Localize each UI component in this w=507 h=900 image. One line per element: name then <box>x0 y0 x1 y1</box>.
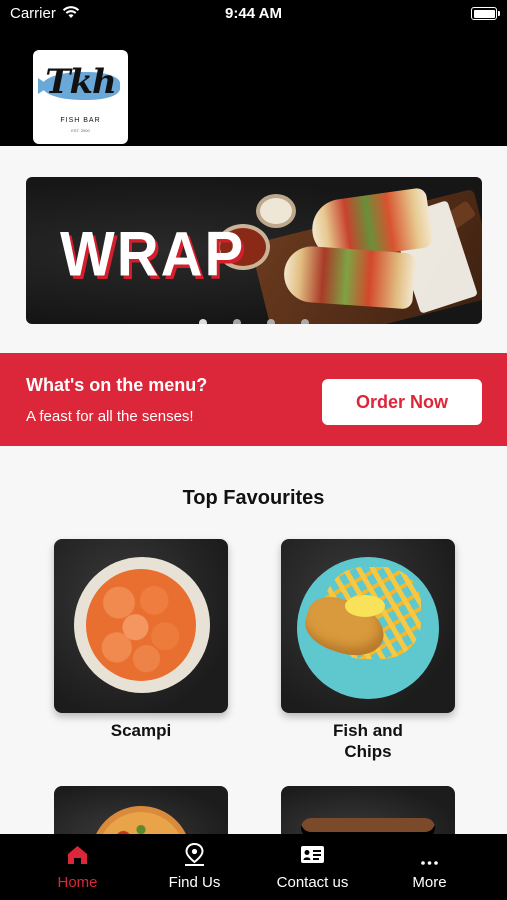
scampi-food-shape <box>86 569 196 681</box>
home-icon <box>68 846 87 864</box>
tab-label: Home <box>57 874 98 891</box>
carousel-dot[interactable] <box>199 319 207 324</box>
promo-title: What's on the menu? <box>26 375 208 395</box>
app-header: Carrier 9:44 AM Tkh FISH BAR EST. 2000 <box>0 0 507 146</box>
tab-contact-us[interactable]: Contact us <box>254 834 371 900</box>
menu-promo-strip: What's on the menu? A feast for all the … <box>0 353 507 446</box>
promo-carousel[interactable]: WRAP <box>26 177 482 324</box>
logo-subtitle: FISH BAR <box>60 117 101 124</box>
status-bar: Carrier 9:44 AM <box>0 0 507 30</box>
tab-label: Find Us <box>168 874 221 891</box>
wrap-image-bottom <box>282 244 416 310</box>
dip-bowl-image <box>256 194 296 228</box>
carousel-dot[interactable] <box>233 319 241 324</box>
lemon-shape <box>345 595 385 617</box>
section-title: Top Favourites <box>182 487 325 509</box>
banner-headline: WRAP <box>60 219 246 290</box>
fish-and-chips-image[interactable] <box>281 539 455 713</box>
logo-est: EST. 2000 <box>71 128 90 133</box>
brand-logo[interactable]: Tkh FISH BAR EST. 2000 <box>33 50 128 144</box>
tab-label: Contact us <box>276 874 349 891</box>
card-label: Scampi <box>110 721 172 740</box>
favourite-card-fish-and-chips[interactable]: Fish and Chips <box>281 539 455 762</box>
carousel-dot[interactable] <box>267 319 275 324</box>
logo-mark: Tkh <box>45 62 117 102</box>
map-pin-icon <box>185 843 204 866</box>
order-now-button[interactable]: Order Now <box>322 379 482 425</box>
more-dots-icon <box>421 861 438 865</box>
carousel-dot[interactable] <box>301 319 309 324</box>
carousel-pagination[interactable] <box>26 314 482 324</box>
tab-bar: Home Find Us Contact us More <box>0 834 507 900</box>
favourite-card-scampi[interactable]: Scampi <box>54 539 228 741</box>
clock: 9:44 AM <box>225 5 282 22</box>
promo-subtitle: A feast for all the senses! <box>26 408 194 425</box>
card-label: Fish and Chips <box>333 721 403 761</box>
battery-icon <box>471 7 500 20</box>
scampi-image[interactable] <box>54 539 228 713</box>
tab-label: More <box>412 874 447 891</box>
tab-home[interactable]: Home <box>19 834 136 900</box>
tab-more[interactable]: More <box>371 834 488 900</box>
contact-card-icon <box>301 846 324 863</box>
tab-find-us[interactable]: Find Us <box>136 834 253 900</box>
